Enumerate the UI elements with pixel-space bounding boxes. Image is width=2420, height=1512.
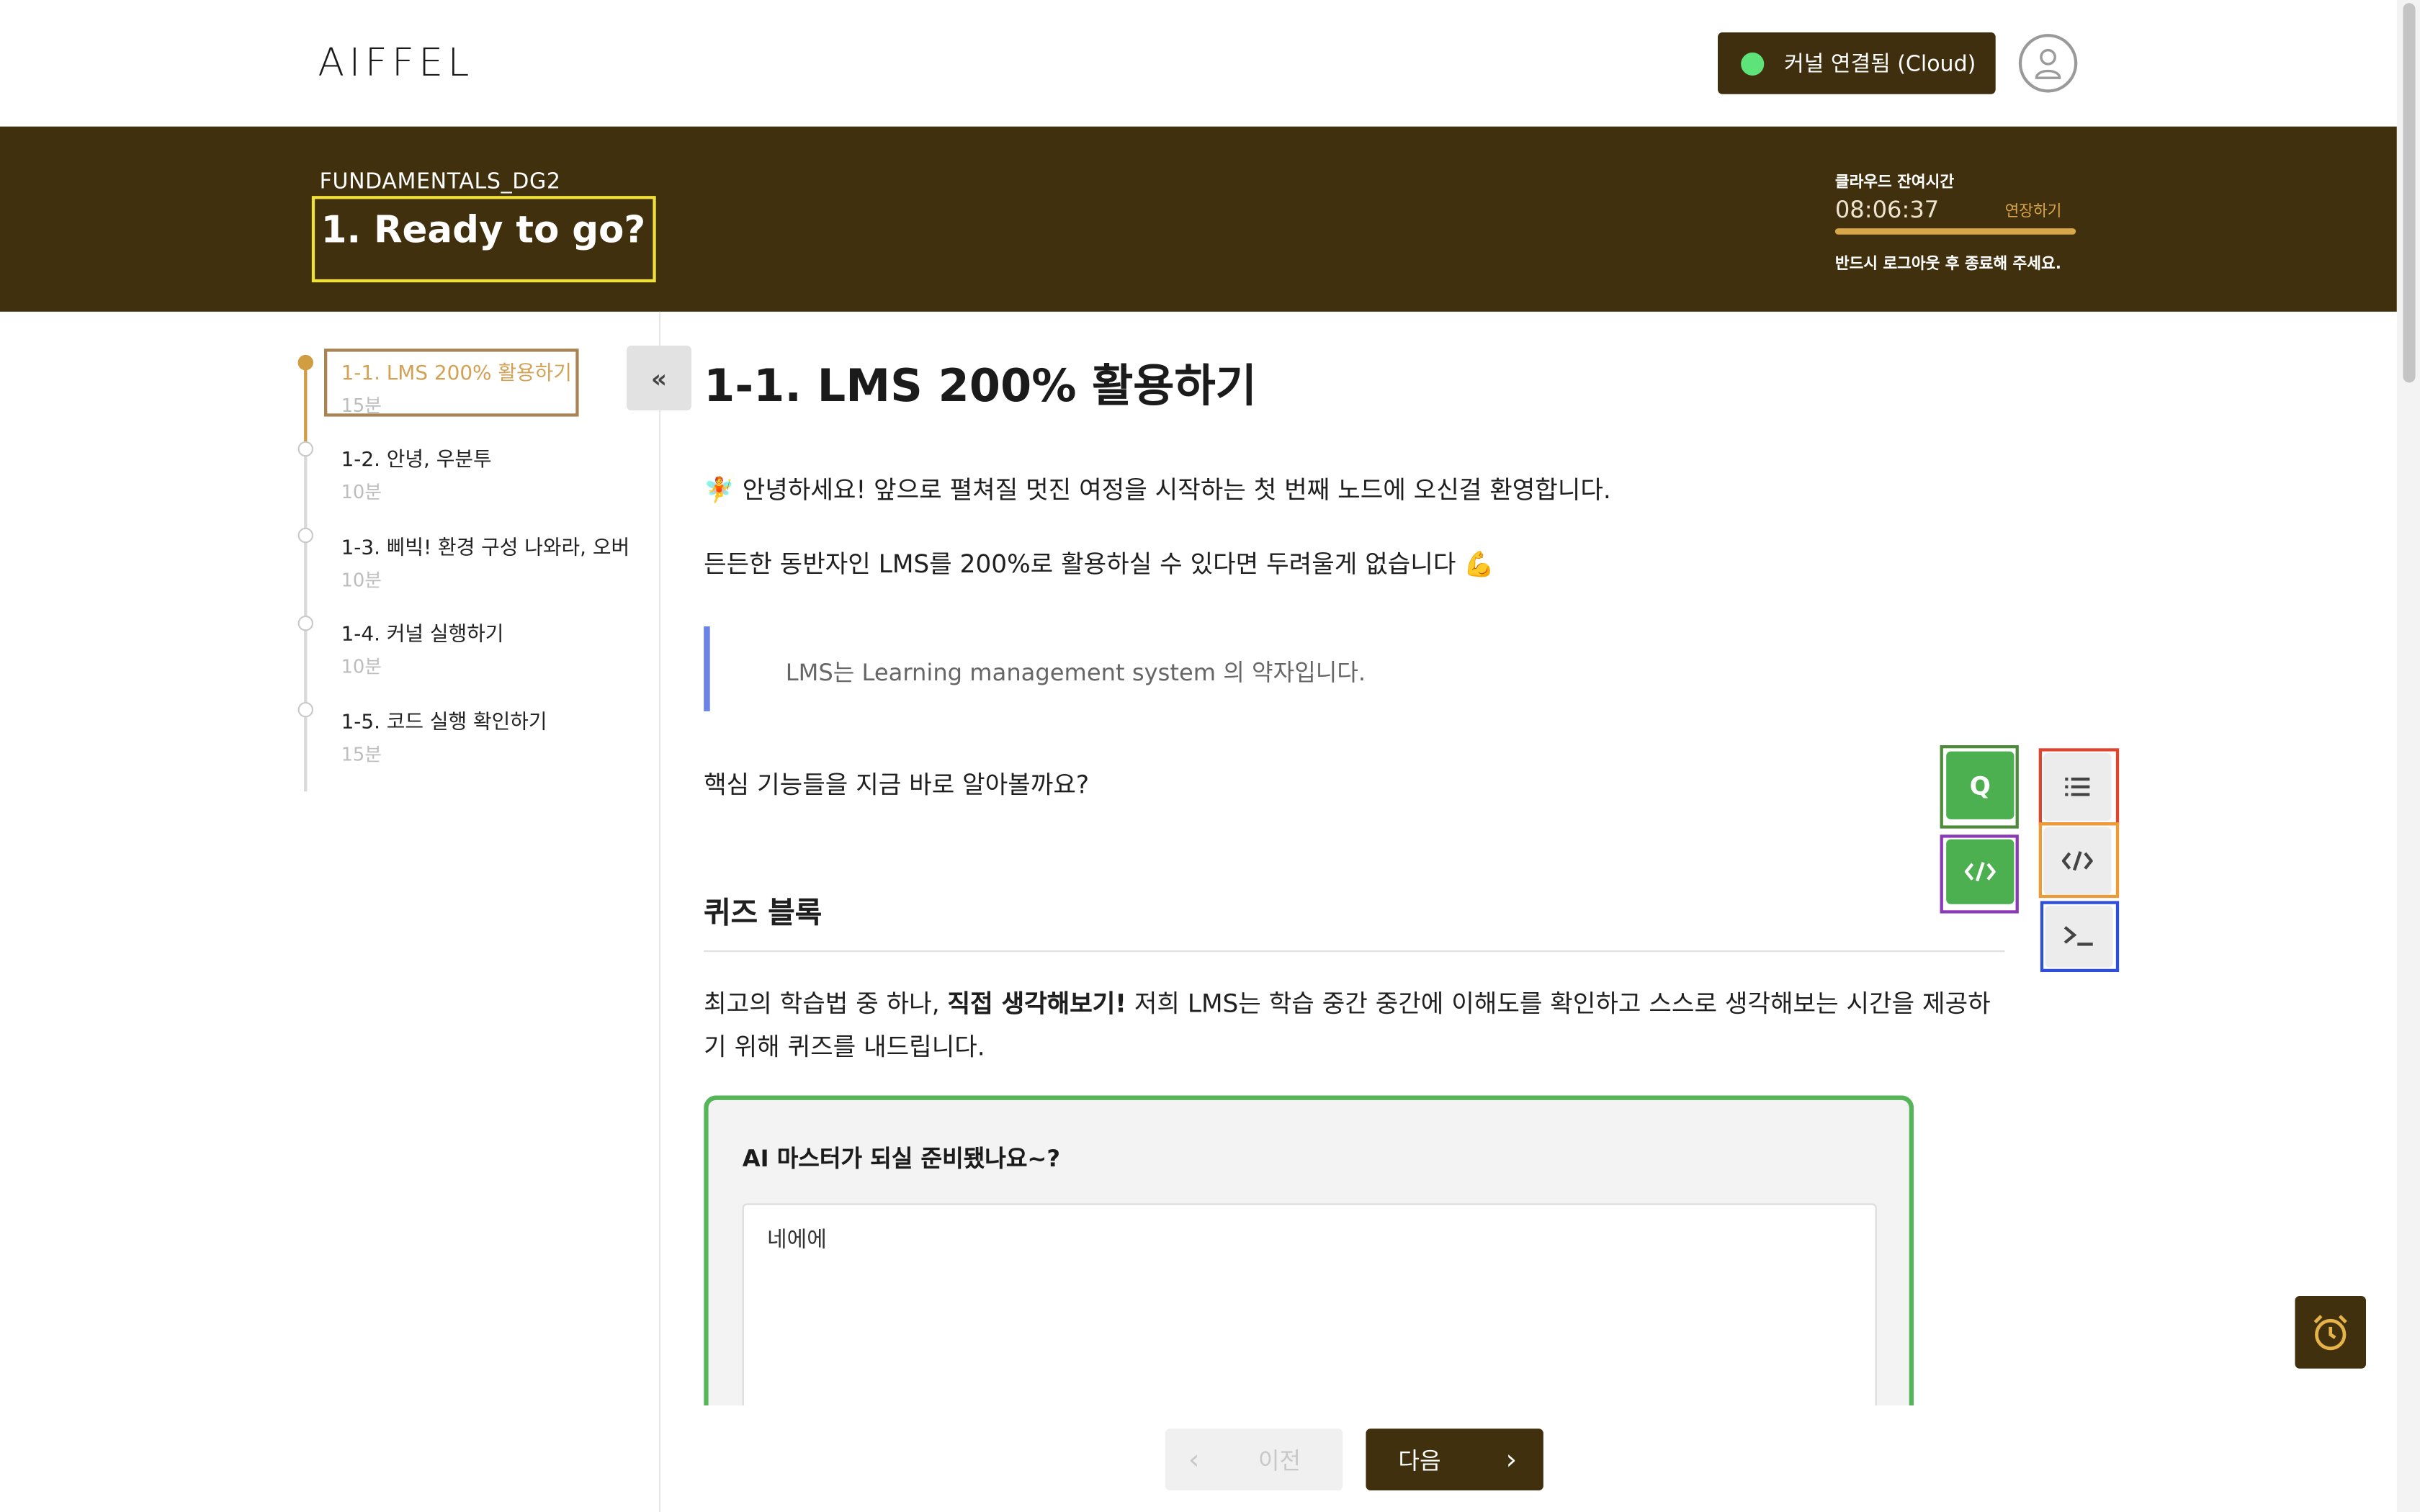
- quiz-answer-textarea[interactable]: 네에에: [742, 1203, 1877, 1406]
- step-duration: 15분: [341, 743, 382, 765]
- timeline-dot: [297, 527, 313, 544]
- terminal-icon: [2063, 926, 2093, 946]
- blockquote: LMS는 Learning management system 의 약자입니다.: [704, 626, 1985, 711]
- sidebar-step-1-1[interactable]: 1-1. LMS 200% 활용하기 15분: [341, 356, 635, 418]
- scrollbar-thumb[interactable]: [2403, 3, 2416, 383]
- cloud-timer-label: 클라우드 잔여시간: [1834, 174, 1955, 192]
- top-bar: AIFFEL 커널 연결됨 (Cloud): [0, 0, 2397, 127]
- code-icon: [1964, 862, 1996, 882]
- quiz-q-icon: Q: [1969, 770, 1991, 801]
- lms-page: AIFFEL 커널 연결됨 (Cloud) FUNDAMENTALS_DG2 1…: [0, 0, 2420, 1512]
- sidebar-step-1-2[interactable]: 1-2. 안녕, 우분투 10분: [341, 443, 635, 505]
- user-icon: [2035, 48, 2061, 79]
- section-body: 최고의 학습법 중 하나, 직접 생각해보기! 저희 LMS는 학습 중간 중간…: [704, 983, 2008, 1069]
- kernel-status-button[interactable]: 커널 연결됨 (Cloud): [1718, 32, 1996, 94]
- aiffel-logo[interactable]: AIFFEL: [318, 40, 473, 85]
- code-cell-tool-button[interactable]: [1946, 839, 2015, 904]
- quiz-tool-button[interactable]: Q: [1946, 751, 2015, 819]
- node-banner: FUNDAMENTALS_DG2 1. Ready to go? 클라우드 잔여…: [0, 126, 2397, 312]
- step-duration: 10분: [341, 569, 382, 591]
- collapse-sidebar-button[interactable]: «: [627, 346, 691, 410]
- prev-button[interactable]: ‹ 이전: [1165, 1428, 1343, 1490]
- section-body-emphasis: 직접 생각해보기!: [947, 989, 1126, 1019]
- page-scrollbar[interactable]: [2396, 0, 2420, 1512]
- content-title: 1-1. LMS 200% 활용하기: [704, 359, 1257, 413]
- list-icon: [2065, 778, 2090, 796]
- chevron-right-icon: ›: [1505, 1443, 1518, 1476]
- section-divider: [704, 950, 2005, 953]
- step-title: 1-3. 삐빅! 환경 구성 나와라, 오버: [341, 536, 630, 560]
- timeline-dot: [297, 354, 313, 371]
- alarm-clock-icon: [2313, 1314, 2347, 1350]
- step-duration: 10분: [341, 481, 382, 503]
- step-title: 1-5. 코드 실행 확인하기: [341, 711, 547, 734]
- quiz-block: AI 마스터가 되실 준비됐나요~? 네에에: [704, 1095, 1914, 1406]
- logout-notice: 반드시 로그아웃 후 종료해 주세요.: [1834, 256, 2061, 274]
- user-avatar-button[interactable]: [2018, 34, 2078, 93]
- step-duration: 15분: [341, 395, 382, 417]
- question-lead: 핵심 기능들을 지금 바로 알아볼까요?: [704, 770, 1090, 799]
- quiz-question: AI 마스터가 되실 준비됐나요~?: [742, 1145, 1061, 1173]
- kernel-status-dot-icon: [1741, 51, 1765, 75]
- step-title: 1-2. 안녕, 우분투: [341, 449, 492, 472]
- course-code: FUNDAMENTALS_DG2: [319, 169, 561, 194]
- chevron-left-icon: ‹: [1188, 1443, 1200, 1476]
- code-view-tool-button[interactable]: [2043, 827, 2112, 895]
- section-body-text: 최고의 학습법 중 하나,: [704, 989, 940, 1019]
- step-title: 1-1. LMS 200% 활용하기: [341, 362, 572, 386]
- sidebar-step-1-5[interactable]: 1-5. 코드 실행 확인하기 15분: [341, 705, 635, 767]
- toc-tool-button[interactable]: [2043, 752, 2112, 821]
- prev-label: 이전: [1258, 1446, 1301, 1475]
- alarm-button[interactable]: [2295, 1296, 2366, 1369]
- node-title: 1. Ready to go?: [311, 196, 657, 283]
- sidebar-step-1-3[interactable]: 1-3. 삐빅! 환경 구성 나와라, 오버 10분: [341, 531, 635, 593]
- intro-paragraph: 🧚 안녕하세요! 앞으로 펼쳐질 멋진 여정을 시작하는 첫 번째 노드에 오신…: [704, 475, 1611, 505]
- intro-paragraph-2: 든든한 동반자인 LMS를 200%로 활용하실 수 있다면 두려울게 없습니다…: [704, 549, 1494, 579]
- timeline-progress: [304, 362, 308, 445]
- timeline-dot: [297, 701, 313, 718]
- next-label: 다음: [1398, 1446, 1441, 1475]
- code-icon: [2061, 851, 2093, 871]
- step-duration: 10분: [341, 655, 382, 678]
- sidebar-step-1-4[interactable]: 1-4. 커널 실행하기 10분: [341, 617, 635, 679]
- sidebar-divider: [659, 311, 661, 1512]
- double-chevron-left-icon: «: [650, 363, 668, 393]
- extend-time-link[interactable]: 연장하기: [2005, 197, 2062, 221]
- section-heading: 퀴즈 블록: [704, 896, 823, 931]
- cloud-timer-bar: [1834, 228, 2076, 235]
- timeline-dot: [297, 616, 313, 631]
- kernel-status-label: 커널 연결됨 (Cloud): [1784, 52, 1976, 78]
- timeline-dot: [297, 441, 313, 457]
- cloud-timer-value: 08:06:37: [1834, 196, 1940, 224]
- next-button[interactable]: 다음 ›: [1366, 1428, 1543, 1490]
- step-title: 1-4. 커널 실행하기: [341, 623, 504, 647]
- blockquote-text: LMS는 Learning management system 의 약자입니다.: [785, 659, 1366, 687]
- terminal-tool-button[interactable]: [2045, 905, 2113, 968]
